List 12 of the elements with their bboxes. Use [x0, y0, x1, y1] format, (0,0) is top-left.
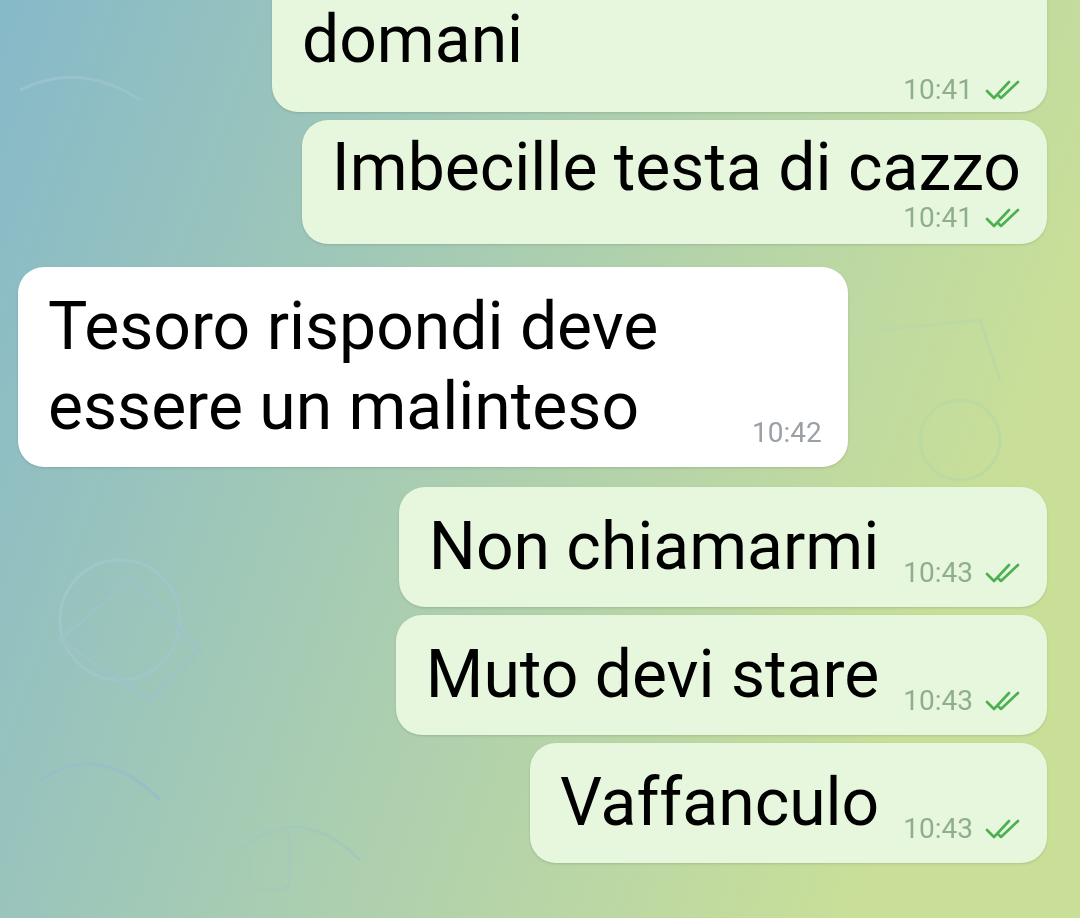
message-text: Tesoro rispondi deve essere un malinteso	[48, 288, 659, 445]
message-time: 10:43	[903, 815, 973, 843]
message-time: 10:43	[903, 687, 973, 715]
message-time: 10:43	[903, 559, 973, 587]
message-text: Imbecille testa di cazzo	[331, 128, 1021, 207]
message-text: Muto devi stare	[425, 636, 880, 713]
message-text: Non chiamarmi	[428, 508, 880, 585]
message-text: domani	[302, 0, 525, 80]
message-time: 10:41	[903, 76, 973, 104]
message-time: 10:42	[752, 419, 822, 447]
message-text: Vaffanculo	[559, 764, 880, 841]
message-time: 10:41	[903, 204, 973, 232]
